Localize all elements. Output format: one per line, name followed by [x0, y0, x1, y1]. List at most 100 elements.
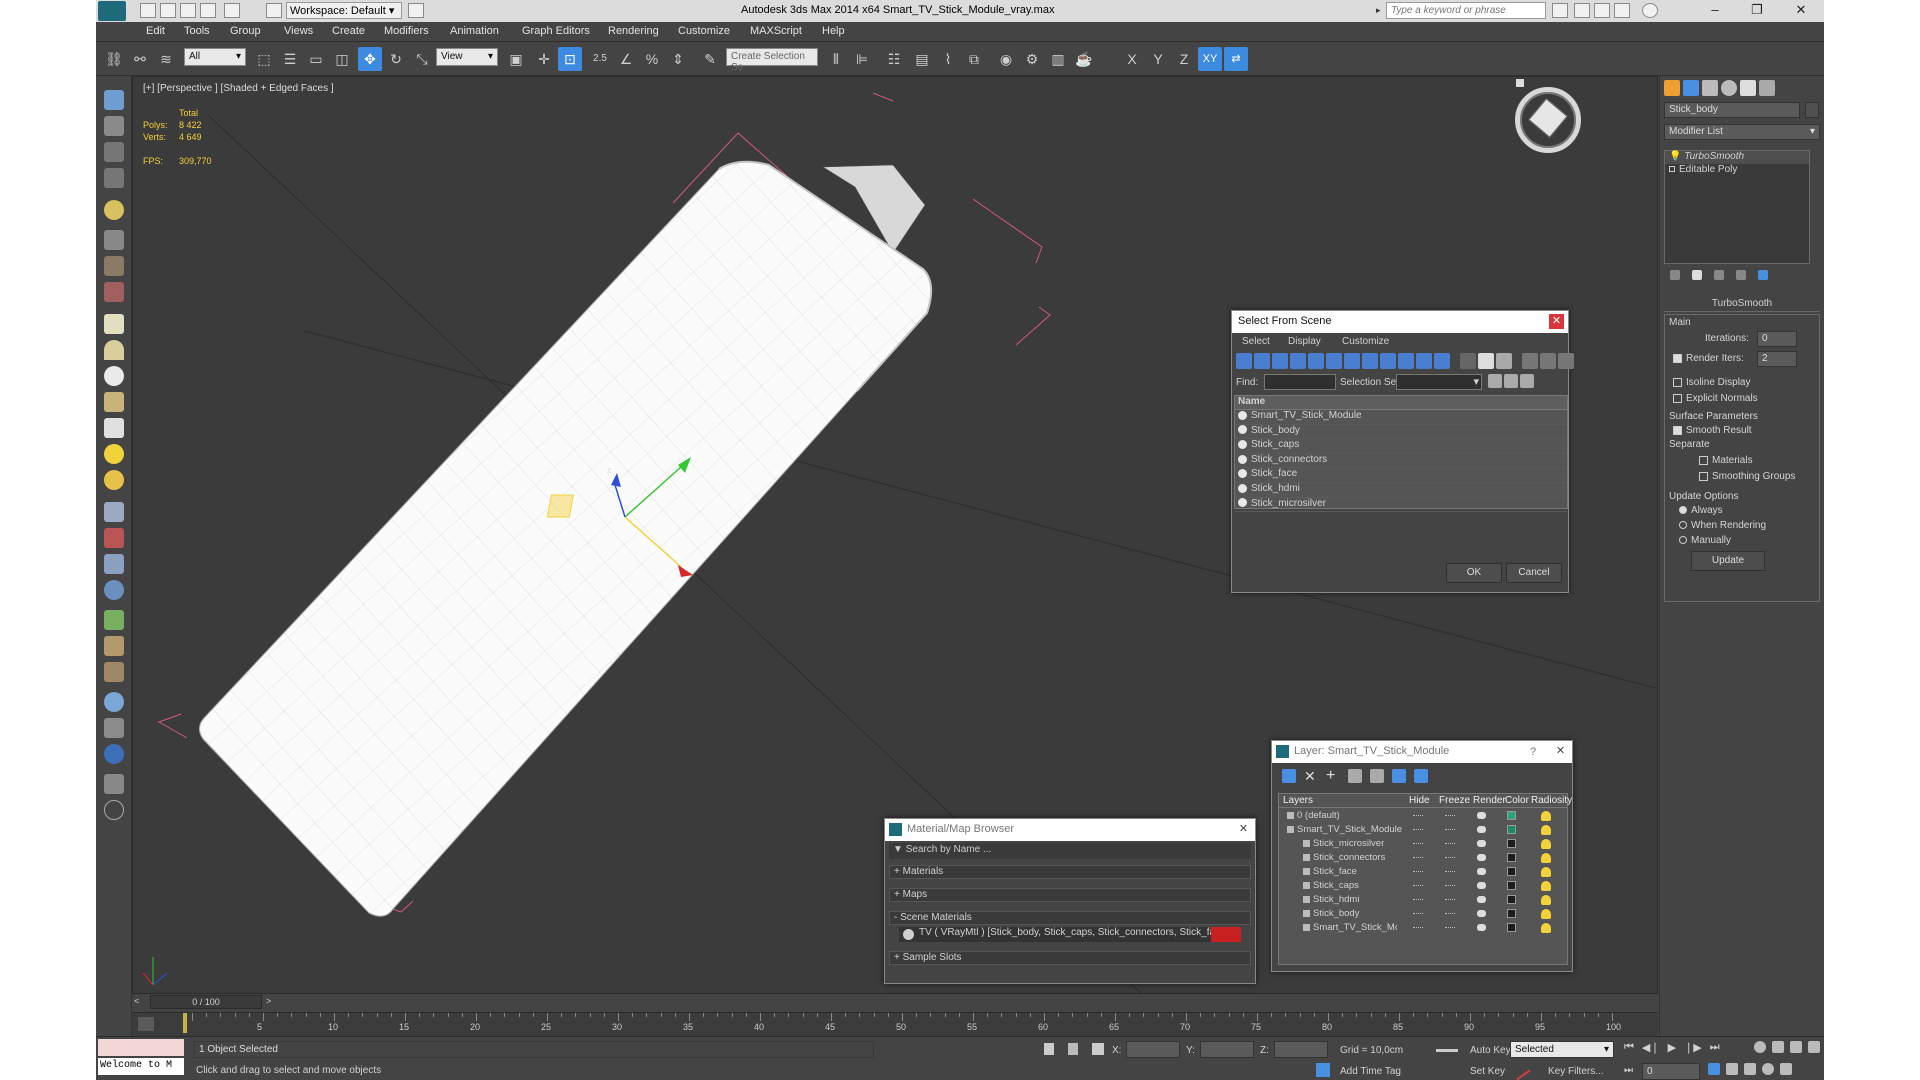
delete-layer-icon[interactable]: ✕ — [1304, 769, 1318, 783]
add-time-tag[interactable]: Add Time Tag — [1340, 1066, 1401, 1077]
select-invert-icon[interactable] — [1496, 353, 1512, 369]
select-rotate-icon[interactable]: ↻ — [384, 47, 408, 71]
cancel-button[interactable]: Cancel — [1506, 563, 1562, 583]
maxscript-listener[interactable] — [98, 1039, 184, 1056]
sphere-icon[interactable] — [104, 366, 124, 386]
scene-object-row[interactable]: Stick_hdmi — [1235, 483, 1567, 498]
hair-icon[interactable] — [104, 636, 124, 656]
freeze-all-icon[interactable] — [1414, 769, 1428, 783]
named-selection-dropdown[interactable]: Create Selection Se — [726, 48, 818, 73]
render-teapot-icon[interactable] — [1477, 812, 1486, 819]
favorites-star-icon[interactable] — [1614, 3, 1630, 18]
light-icon[interactable] — [104, 200, 124, 220]
explicit-normals-checkbox[interactable]: Explicit Normals — [1673, 393, 1758, 404]
project-folder-icon[interactable] — [266, 3, 282, 18]
display-shapes-icon[interactable] — [1254, 353, 1270, 369]
next-frame-arrow[interactable]: > — [266, 996, 271, 1006]
menu-display[interactable]: Display — [1288, 336, 1321, 347]
radiosity-icon[interactable] — [1541, 909, 1551, 919]
close-icon[interactable]: ✕ — [1236, 822, 1251, 837]
render-teapot-icon[interactable] — [1477, 840, 1486, 847]
display-groups-icon[interactable] — [1344, 353, 1360, 369]
scene-materials-group[interactable]: - Scene Materials — [889, 911, 1251, 925]
always-radio[interactable]: Always — [1679, 505, 1723, 516]
render-setup-icon[interactable]: ⚙ — [1020, 47, 1044, 71]
freeze-toggle[interactable] — [1445, 913, 1455, 915]
goto-end-icon[interactable]: ⏭ — [1710, 1041, 1720, 1054]
display-geometry-icon[interactable] — [1236, 353, 1252, 369]
current-frame-field[interactable]: 0 — [1642, 1063, 1700, 1080]
selection-set-dropdown[interactable]: ▾ — [1396, 374, 1482, 390]
goto-start-icon[interactable]: ⏮ — [1624, 1041, 1634, 1054]
layer-row[interactable]: Stick_hdmi — [1279, 893, 1567, 907]
create-tab-icon[interactable] — [1664, 80, 1680, 96]
axis-xy-button[interactable]: XY — [1198, 47, 1222, 71]
key-icon[interactable] — [1436, 1049, 1458, 1059]
window-crossing-icon[interactable]: ◫ — [330, 47, 354, 71]
book-icon[interactable] — [104, 774, 124, 794]
menu-help[interactable]: Help — [822, 25, 845, 37]
sample-slots-group[interactable]: + Sample Slots — [889, 951, 1251, 965]
radiosity-icon[interactable] — [1541, 923, 1551, 933]
keyboard-shortcut-icon[interactable]: ⊡ — [558, 47, 582, 71]
show-end-result-icon[interactable] — [1692, 270, 1702, 280]
angle-snap-icon[interactable]: ∠ — [614, 47, 638, 71]
edit-named-sel-icon[interactable]: ✎ — [698, 47, 722, 71]
menu-create[interactable]: Create — [332, 25, 365, 37]
freeze-toggle[interactable] — [1445, 899, 1455, 901]
mirror-icon[interactable]: ⫴ — [824, 47, 848, 71]
curve-editor-icon[interactable]: ⌇ — [936, 47, 960, 71]
radiosity-icon[interactable] — [1541, 881, 1551, 891]
render-teapot-icon[interactable] — [1477, 854, 1486, 861]
col-freeze[interactable]: Freeze — [1439, 795, 1470, 806]
select-link-icon[interactable]: ⛓ — [102, 47, 126, 71]
menu-animation[interactable]: Animation — [450, 25, 499, 37]
maps-group[interactable]: + Maps — [889, 888, 1251, 902]
radiosity-icon[interactable] — [1541, 825, 1551, 835]
display-hidden-icon[interactable] — [1434, 353, 1450, 369]
graphite-tools-icon[interactable]: ▤ — [910, 47, 934, 71]
radiosity-icon[interactable] — [1541, 853, 1551, 863]
communication-center-icon[interactable] — [1594, 3, 1610, 18]
freeze-toggle[interactable] — [1445, 927, 1455, 929]
layer-row[interactable]: Stick_connectors — [1279, 851, 1567, 865]
hide-toggle[interactable] — [1413, 829, 1423, 831]
layer-row[interactable]: Stick_face — [1279, 865, 1567, 879]
display-containers-icon[interactable] — [1398, 353, 1414, 369]
manipulate-icon[interactable]: ✛ — [532, 47, 556, 71]
hide-toggle[interactable] — [1413, 927, 1423, 929]
mini-curve-icon[interactable] — [138, 1017, 154, 1031]
render-iters-spinner[interactable]: 2 — [1757, 351, 1797, 367]
layer-row[interactable]: Smart_TV_Stick_Module — [1279, 823, 1567, 837]
pivot-center-icon[interactable]: ▣ — [504, 47, 528, 71]
freeze-toggle[interactable] — [1445, 885, 1455, 887]
layer-color-swatch[interactable] — [1507, 839, 1516, 848]
subscription-icon[interactable] — [1574, 3, 1590, 18]
menu-customize[interactable]: Customize — [1342, 336, 1389, 347]
zoom-all-icon[interactable] — [1772, 1041, 1784, 1053]
render-production-icon[interactable]: ☕ — [1072, 47, 1096, 71]
materials-group[interactable]: + Materials — [889, 865, 1251, 879]
materials-checkbox[interactable]: Materials — [1699, 455, 1753, 466]
ear-icon[interactable] — [104, 256, 124, 276]
remove-modifier-icon[interactable] — [1736, 270, 1746, 280]
configure-sets-icon[interactable] — [1758, 270, 1768, 280]
utilities-tab-icon[interactable] — [1759, 80, 1775, 96]
highlight-layer-icon[interactable] — [1370, 769, 1384, 783]
menu-tools[interactable]: Tools — [184, 25, 210, 37]
menu-customize[interactable]: Customize — [678, 25, 730, 37]
render-iters-checkbox[interactable]: Render Iters: — [1673, 353, 1744, 364]
orbit-icon[interactable] — [1762, 1063, 1774, 1075]
freeze-toggle[interactable] — [1445, 871, 1455, 873]
maxscript-mini-input[interactable]: Welcome to M — [98, 1058, 184, 1075]
radiosity-icon[interactable] — [1541, 895, 1551, 905]
material-editor-icon[interactable]: ◉ — [994, 47, 1018, 71]
question-icon[interactable] — [104, 800, 124, 820]
globe-icon[interactable] — [104, 580, 124, 600]
y-coord-field[interactable] — [1200, 1041, 1254, 1058]
play-icon[interactable]: ▶ — [1668, 1041, 1676, 1054]
display-frozen-icon[interactable] — [1416, 353, 1432, 369]
render-teapot-icon[interactable] — [1477, 896, 1486, 903]
time-slider[interactable]: < 0 / 100 > — [132, 994, 1658, 1012]
hide-toggle[interactable] — [1413, 913, 1423, 915]
